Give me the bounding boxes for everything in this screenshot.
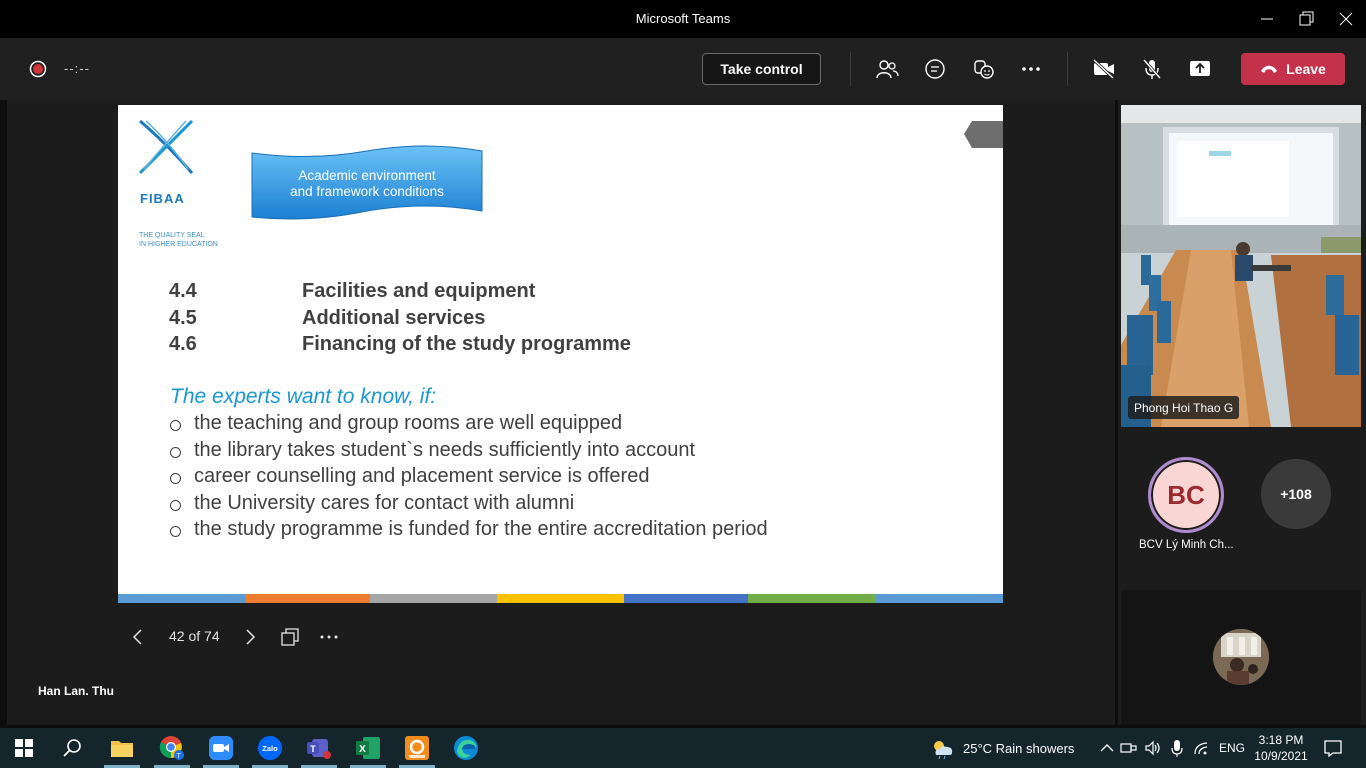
close-window-button[interactable]: [1334, 8, 1358, 30]
logo-text: FIBAA: [140, 191, 185, 206]
record-icon: [22, 54, 54, 84]
bullet-circle-icon: [170, 526, 181, 537]
section-title: Financing of the study programme: [302, 333, 631, 355]
presenter-name: Han Lan. Thu: [38, 684, 114, 698]
zalo-icon[interactable]: Zalo: [256, 734, 284, 762]
bullet-text: the University cares for contact with al…: [194, 492, 575, 514]
presentation-slide: FIBAA THE QUALITY SEAL IN HIGHER EDUCATI…: [118, 105, 1003, 603]
take-control-button[interactable]: Take control: [702, 53, 821, 85]
tagline-line: THE QUALITY SEAL: [139, 232, 205, 239]
weather-icon[interactable]: [929, 734, 957, 762]
leave-button[interactable]: Leave: [1241, 53, 1345, 85]
section-number: 4.5: [169, 307, 197, 329]
zalo-text: Zalo: [262, 744, 278, 753]
next-slide-button[interactable]: [243, 628, 257, 646]
file-explorer-icon[interactable]: [108, 734, 136, 762]
footer-stripe: [497, 594, 624, 603]
edge-icon[interactable]: [452, 734, 480, 762]
section-number: 4.4: [169, 280, 197, 302]
self-avatar[interactable]: [1213, 629, 1269, 685]
minimize-button[interactable]: [1255, 8, 1279, 30]
avatar-name: BCV Lý Minh Ch...: [1139, 539, 1234, 551]
section-title: Additional services: [302, 307, 486, 329]
bullet-item: the library takes student`s needs suffic…: [170, 439, 695, 462]
phone-icon: [1260, 64, 1278, 74]
footer-stripe: [875, 594, 1003, 603]
bullet-circle-icon: [170, 473, 181, 484]
conference-room-video: [1121, 105, 1361, 427]
bullet-item: career counselling and placement service…: [170, 465, 649, 488]
participant-video-tile[interactable]: [1121, 105, 1361, 427]
bullet-item: the teaching and group rooms are well eq…: [170, 412, 622, 435]
section-title: Facilities and equipment: [302, 280, 536, 302]
section-number: 4.6: [169, 333, 197, 355]
more-participants-button[interactable]: +108: [1261, 459, 1331, 529]
logo-tagline: THE QUALITY SEAL IN HIGHER EDUCATION: [139, 231, 218, 249]
slide-corner-tag: [964, 121, 1003, 148]
avatar[interactable]: BC: [1148, 457, 1224, 533]
microphone-icon[interactable]: [1163, 734, 1191, 762]
slide-grid-icon[interactable]: [280, 627, 300, 647]
clock-time: 3:18 PM: [1258, 733, 1304, 747]
input-language[interactable]: ENG: [1219, 741, 1245, 755]
window-title: Microsoft Teams: [635, 11, 731, 26]
banner-line: and framework conditions: [290, 184, 444, 199]
zoom-icon[interactable]: [207, 734, 235, 762]
bullet-text: the teaching and group rooms are well eq…: [194, 412, 623, 434]
teams-icon[interactable]: T: [305, 734, 333, 762]
chat-icon[interactable]: [919, 54, 951, 84]
windows-start-icon[interactable]: [10, 734, 38, 762]
fibaa-logo: [136, 117, 196, 179]
svg-text:X: X: [359, 744, 366, 755]
participants-icon[interactable]: [871, 54, 903, 84]
reactions-icon[interactable]: [967, 54, 999, 84]
question-heading: The experts want to know, if:: [170, 385, 437, 408]
bullet-circle-icon: [170, 447, 181, 458]
bullet-text: the library takes student`s needs suffic…: [194, 439, 696, 461]
more-icon[interactable]: [1015, 54, 1047, 84]
svg-text:T: T: [310, 744, 316, 754]
toolbar-divider: [1067, 52, 1068, 86]
title-bar: Microsoft Teams: [0, 0, 1366, 38]
meeting-toolbar: --:-- Take control Leave: [0, 38, 1366, 100]
camera-off-icon[interactable]: [1088, 54, 1120, 84]
footer-stripe: [370, 594, 497, 603]
chrome-icon[interactable]: T: [158, 734, 186, 762]
toolbar-divider: [850, 52, 851, 86]
windows-taskbar: T Zalo T X 25°C Rain showers ENG 3:18 PM…: [0, 728, 1366, 768]
bullet-item: the University cares for contact with al…: [170, 492, 574, 515]
tagline-line: IN HIGHER EDUCATION: [139, 241, 218, 248]
clock-date: 10/9/2021: [1254, 749, 1308, 763]
bullet-circle-icon: [170, 420, 181, 431]
restore-button[interactable]: [1294, 8, 1318, 30]
system-clock[interactable]: 3:18 PM 10/9/2021: [1254, 732, 1308, 764]
bullet-text: the study programme is funded for the en…: [194, 518, 768, 540]
previous-slide-button[interactable]: [131, 628, 145, 646]
video-name-tag: Phong Hoi Thao G: [1128, 396, 1240, 419]
share-icon[interactable]: [1184, 54, 1216, 84]
footer-stripe: [748, 594, 875, 603]
weather-text[interactable]: 25°C Rain showers: [963, 741, 1074, 756]
footer-stripe: [624, 594, 748, 603]
wifi-icon[interactable]: [1188, 734, 1216, 762]
notification-icon[interactable]: [1319, 734, 1347, 762]
meeting-timer: --:--: [64, 61, 90, 76]
excel-icon[interactable]: X: [354, 734, 382, 762]
slide-page-counter: 42 of 74: [169, 628, 220, 644]
banner-line: Academic environment: [298, 168, 436, 183]
bullet-item: the study programme is funded for the en…: [170, 518, 768, 541]
leave-label: Leave: [1286, 61, 1326, 77]
footer-stripe: [246, 594, 370, 603]
banner-text: Academic environment and framework condi…: [250, 168, 484, 200]
svg-text:T: T: [177, 753, 182, 760]
foxit-pdf-icon[interactable]: [403, 734, 431, 762]
bullet-circle-icon: [170, 500, 181, 511]
mic-off-icon[interactable]: [1136, 54, 1168, 84]
search-icon[interactable]: [58, 734, 86, 762]
bullet-text: career counselling and placement service…: [194, 465, 650, 487]
footer-stripe: [118, 594, 246, 603]
slide-more-icon[interactable]: [319, 627, 341, 647]
